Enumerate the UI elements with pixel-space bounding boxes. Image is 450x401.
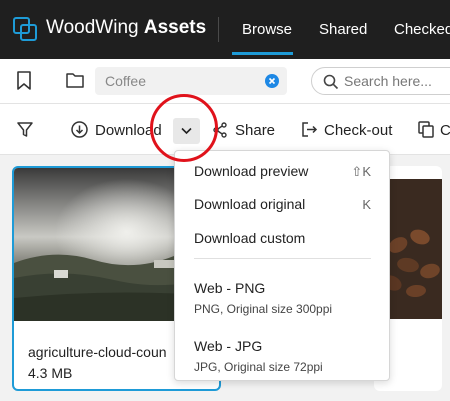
nav-browse[interactable]: Browse bbox=[242, 21, 292, 38]
nav-checked[interactable]: Checked bbox=[394, 21, 450, 38]
close-icon bbox=[268, 77, 276, 85]
clear-path-button[interactable] bbox=[265, 74, 279, 88]
menu-divider bbox=[194, 258, 371, 259]
shortcut-download-preview: ⇧K bbox=[351, 164, 371, 179]
copy-button[interactable]: C bbox=[440, 122, 450, 139]
brand-product: Assets bbox=[143, 17, 207, 38]
woodwing-logo-icon bbox=[13, 17, 37, 41]
menu-item-download-preview[interactable]: Download preview bbox=[194, 163, 308, 179]
web-jpg-detail: JPG, Original size 72ppi bbox=[194, 360, 323, 374]
filter-icon[interactable] bbox=[16, 121, 34, 139]
checkout-button[interactable]: Check-out bbox=[324, 122, 392, 139]
download-icon bbox=[71, 121, 88, 138]
asset-name: agriculture-cloud-coun bbox=[28, 344, 167, 360]
nav-shared[interactable]: Shared bbox=[319, 21, 367, 38]
path-input[interactable]: Coffee bbox=[95, 67, 287, 95]
path-value: Coffee bbox=[105, 73, 146, 89]
topbar-divider bbox=[218, 17, 219, 42]
path-toolbar: Coffee Search here... bbox=[0, 59, 450, 103]
shortcut-download-original: K bbox=[362, 197, 371, 212]
folder-icon bbox=[66, 73, 84, 88]
search-placeholder: Search here... bbox=[344, 73, 432, 89]
copy-icon bbox=[418, 121, 434, 138]
action-toolbar: Download Share Check-out C bbox=[0, 103, 450, 155]
checkout-icon bbox=[302, 122, 318, 137]
search-icon bbox=[323, 74, 339, 90]
download-menu: Download preview ⇧K Download original K … bbox=[174, 150, 390, 381]
app-brand: WoodWing Assets bbox=[46, 17, 206, 39]
menu-item-web-jpg[interactable]: Web - JPG bbox=[194, 338, 262, 354]
nav-active-indicator bbox=[232, 52, 293, 55]
menu-item-download-custom[interactable]: Download custom bbox=[194, 230, 305, 246]
asset-size: 4.3 MB bbox=[28, 365, 73, 381]
top-bar: WoodWing Assets Browse Shared Checked bbox=[0, 0, 450, 59]
web-png-detail: PNG, Original size 300ppi bbox=[194, 302, 333, 316]
share-button[interactable]: Share bbox=[235, 122, 275, 139]
highlight-circle bbox=[150, 94, 218, 162]
search-input[interactable]: Search here... bbox=[311, 67, 450, 95]
menu-item-download-original[interactable]: Download original bbox=[194, 196, 305, 212]
bookmark-icon[interactable] bbox=[16, 71, 32, 91]
brand-name: WoodWing bbox=[46, 17, 139, 38]
menu-item-web-png[interactable]: Web - PNG bbox=[194, 280, 265, 296]
